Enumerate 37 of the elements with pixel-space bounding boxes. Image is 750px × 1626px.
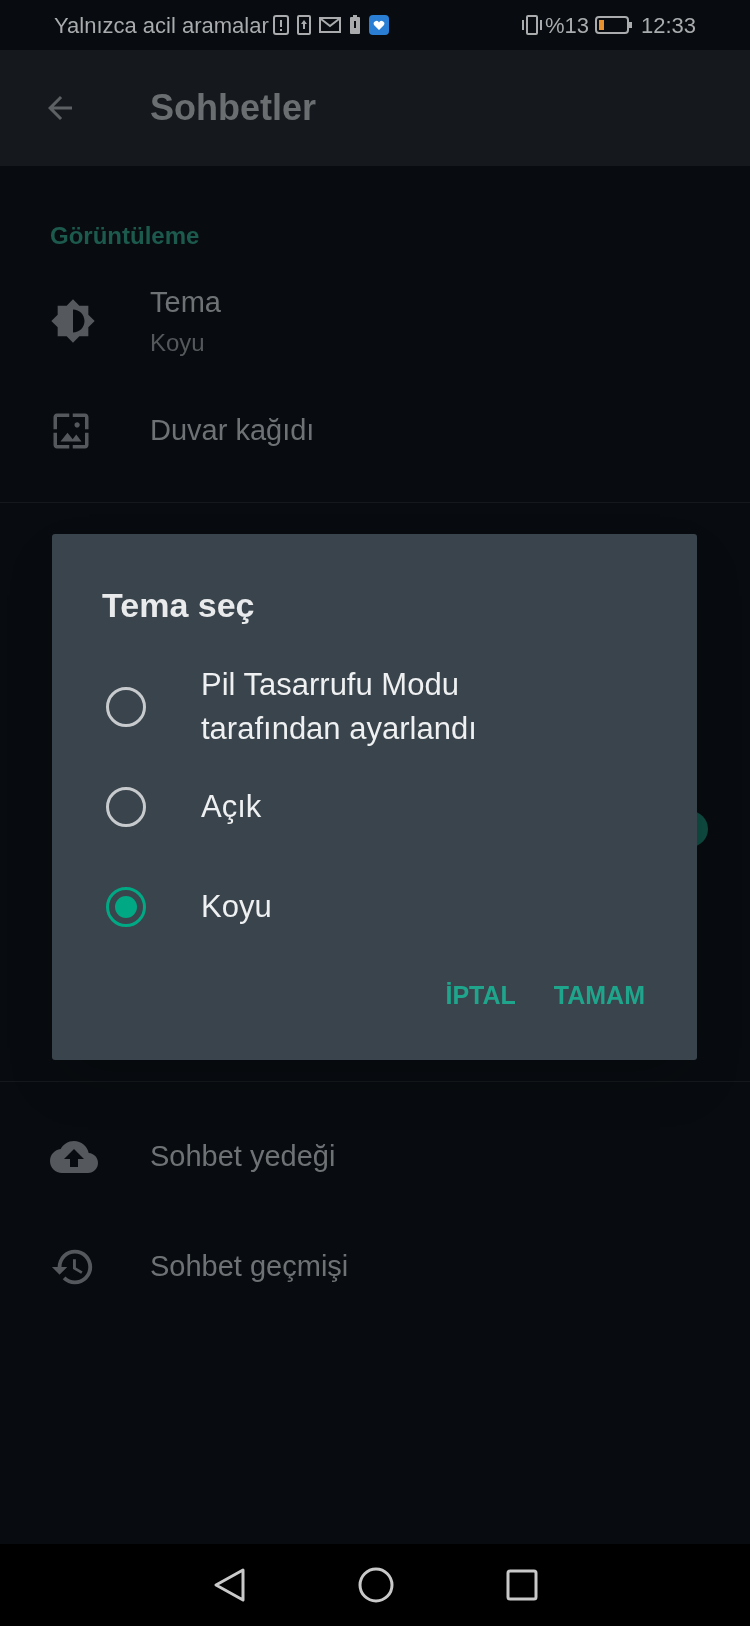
row-title: Sohbet geçmişi <box>150 1249 349 1285</box>
back-triangle-icon[interactable] <box>212 1567 246 1603</box>
clock: 12:33 <box>640 11 696 40</box>
battery-percent: %13 <box>544 11 589 40</box>
status-text: Yalnızca acil aramalar <box>54 11 269 40</box>
row-title: Tema <box>150 285 221 321</box>
radio-button[interactable] <box>106 887 146 927</box>
settings-row[interactable]: Sohbet yedeği <box>0 1102 750 1212</box>
dialog-button[interactable]: İPTAL <box>433 966 528 1024</box>
row-subtitle: Koyu <box>150 327 206 358</box>
brightness-icon <box>50 298 96 344</box>
settings-row[interactable]: Duvar kağıdı <box>0 376 750 486</box>
settings-row[interactable]: Sohbet geçmişi <box>0 1212 750 1322</box>
option-label: Pil Tasarrufu Modu tarafından ayarlandı <box>201 666 478 748</box>
radio-button[interactable] <box>106 687 146 727</box>
screen-title: Sohbetler <box>150 86 317 130</box>
dialog-button[interactable]: TAMAM <box>541 966 657 1024</box>
home-circle-icon[interactable] <box>358 1567 394 1603</box>
recents-square-icon[interactable] <box>506 1569 538 1601</box>
row-title: Sohbet yedeği <box>150 1139 336 1175</box>
option-label: Açık <box>201 788 263 826</box>
radio-option[interactable]: Açık <box>52 757 697 857</box>
battery-icon <box>594 16 633 34</box>
option-label: Koyu <box>201 888 273 926</box>
sim-alert-icon <box>272 15 289 35</box>
radio-option[interactable]: Pil Tasarrufu Modu tarafından ayarlandı <box>52 657 697 757</box>
app-notification-icon <box>368 15 389 35</box>
upload-icon <box>296 15 311 35</box>
radio-button[interactable] <box>106 787 146 827</box>
vibrate-icon <box>520 14 543 36</box>
row-title: Duvar kağıdı <box>150 413 315 449</box>
battery-alert-icon <box>348 15 361 35</box>
settings-row[interactable]: Tema Koyu <box>0 266 750 376</box>
dialog-title: Tema seç <box>102 585 256 626</box>
section-header: Görüntüleme <box>50 221 201 251</box>
radio-option[interactable]: Koyu <box>52 857 697 957</box>
mail-icon <box>318 16 341 34</box>
